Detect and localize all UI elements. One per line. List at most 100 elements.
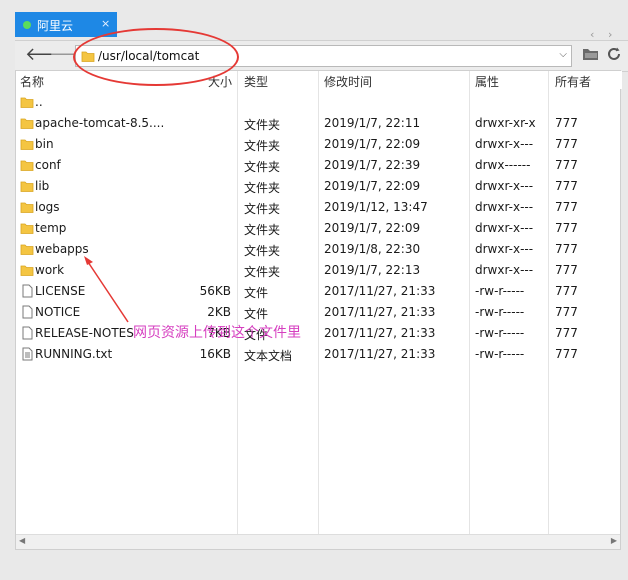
file-modified: 2019/1/7, 22:09	[324, 179, 421, 193]
folder-icon	[20, 244, 34, 255]
folder-icon	[20, 160, 34, 171]
file-name: conf	[35, 158, 61, 172]
file-size: 2KB	[207, 305, 231, 319]
file-modified: 2017/11/27, 21:33	[324, 347, 436, 361]
file-modified: 2017/11/27, 21:33	[324, 305, 436, 319]
file-type: 文件夹	[244, 139, 281, 153]
file-attributes: drwx------	[475, 158, 531, 172]
folder-icon	[20, 139, 34, 150]
path-input[interactable]: /usr/local/tomcat ⌵	[75, 45, 572, 67]
tab-bar: 阿里云 × ‹ ›	[0, 12, 628, 41]
file-owner: 777	[555, 221, 578, 235]
path-text: /usr/local/tomcat	[98, 49, 200, 63]
file-type: 文件夹	[244, 181, 281, 195]
column-owner[interactable]: 所有者	[555, 73, 591, 90]
file-modified: 2019/1/7, 22:09	[324, 221, 421, 235]
file-owner: 777	[555, 284, 578, 298]
file-attributes: -rw-r-----	[475, 326, 525, 340]
file-name: RELEASE-NOTES	[35, 326, 134, 340]
file-attributes: drwxr-x---	[475, 242, 534, 256]
folder-icon	[81, 51, 95, 62]
file-attributes: -rw-r-----	[475, 347, 525, 361]
tab-close-icon[interactable]: ×	[101, 17, 110, 30]
table-row[interactable]: bin 文件夹 2019/1/7, 22:09 drwxr-x--- 777	[16, 134, 622, 155]
folder-icon	[20, 223, 34, 234]
back-arrow-icon[interactable]: 🡐	[25, 44, 73, 66]
file-name: temp	[35, 221, 67, 235]
file-attributes: drwxr-x---	[475, 200, 534, 214]
file-owner: 777	[555, 200, 578, 214]
file-modified: 2019/1/12, 13:47	[324, 200, 428, 214]
file-attributes: drwxr-x---	[475, 137, 534, 151]
scroll-right-icon[interactable]: ▶	[611, 536, 617, 545]
file-type: 文件夹	[244, 118, 281, 132]
tab-aliyun[interactable]: 阿里云 ×	[15, 12, 117, 37]
table-row[interactable]: NOTICE 2KB 文件 2017/11/27, 21:33 -rw-r----- 77…	[16, 302, 622, 323]
window-top-strip	[0, 0, 628, 12]
file-type: 文件	[244, 307, 269, 321]
chevron-down-icon[interactable]: ⌵	[559, 49, 567, 60]
file-name: NOTICE	[35, 305, 81, 319]
table-row[interactable]: RELEASE-NOTES 7KB 文件 2017/11/27, 21:33 -rw-r…	[16, 323, 622, 344]
file-owner: 777	[555, 137, 578, 151]
table-row[interactable]: lib 文件夹 2019/1/7, 22:09 drwxr-x--- 777	[16, 176, 622, 197]
file-name: work	[35, 263, 65, 277]
file-modified: 2019/1/7, 22:13	[324, 263, 421, 277]
open-folder-icon[interactable]	[581, 46, 601, 66]
file-owner: 777	[555, 179, 578, 193]
table-row[interactable]: logs 文件夹 2019/1/12, 13:47 drwxr-x--- 777	[16, 197, 622, 218]
table-row[interactable]: conf 文件夹 2019/1/7, 22:39 drwx------ 777	[16, 155, 622, 176]
file-owner: 777	[555, 305, 578, 319]
column-name[interactable]: 名称	[20, 73, 44, 90]
file-modified: 2019/1/7, 22:11	[324, 116, 421, 130]
refresh-icon[interactable]	[604, 46, 624, 66]
scroll-left-icon[interactable]: ◀	[19, 536, 25, 545]
forward-arrow-icon[interactable]: 🡒	[49, 44, 97, 66]
table-row[interactable]: work 文件夹 2019/1/7, 22:13 drwxr-x--- 777	[16, 260, 622, 281]
file-type: 文件夹	[244, 244, 281, 258]
column-size[interactable]: 大小	[208, 73, 232, 90]
file-name: webapps	[35, 242, 89, 256]
file-icon	[22, 326, 33, 340]
table-row[interactable]: LICENSE 56KB 文件 2017/11/27, 21:33 -rw-r-----…	[16, 281, 622, 302]
horizontal-scrollbar[interactable]: ◀ ▶	[16, 534, 620, 549]
file-name: logs	[35, 200, 60, 214]
column-type[interactable]: 类型	[244, 73, 268, 90]
connection-status-icon	[23, 21, 31, 29]
file-modified: 2017/11/27, 21:33	[324, 284, 436, 298]
text-file-icon	[22, 347, 33, 361]
file-attributes: -rw-r-----	[475, 305, 525, 319]
column-modified[interactable]: 修改时间	[324, 73, 372, 90]
table-row[interactable]: webapps 文件夹 2019/1/8, 22:30 drwxr-x--- 777	[16, 239, 622, 260]
file-size: 16KB	[199, 347, 231, 361]
file-type: 文本文档	[244, 349, 293, 363]
table-row[interactable]: RUNNING.txt 16KB 文本文档 2017/11/27, 21:33 -rw-…	[16, 344, 622, 365]
annotation-text: 网页资源上传到这个文件里	[133, 325, 301, 341]
file-modified: 2019/1/7, 22:39	[324, 158, 421, 172]
file-list[interactable]: 名称 大小 类型 修改时间 属性 所有者 .. apache-tomcat-8.5…	[15, 70, 622, 550]
file-type: 文件夹	[244, 202, 281, 216]
folder-icon	[20, 181, 34, 192]
file-attributes: drwxr-xr-x	[475, 116, 536, 130]
file-owner: 777	[555, 347, 578, 361]
file-owner: 777	[555, 263, 578, 277]
folder-icon	[20, 265, 34, 276]
file-type: 文件夹	[244, 265, 281, 279]
file-name: RUNNING.txt	[35, 347, 113, 361]
file-icon	[22, 305, 33, 319]
table-row[interactable]: ..	[16, 92, 622, 113]
file-owner: 777	[555, 116, 578, 130]
file-type: 文件夹	[244, 223, 281, 237]
file-owner: 777	[555, 242, 578, 256]
file-owner: 777	[555, 158, 578, 172]
window-bottom-strip	[0, 562, 628, 580]
table-row[interactable]: temp 文件夹 2019/1/7, 22:09 drwxr-x--- 777	[16, 218, 622, 239]
table-row[interactable]: apache-tomcat-8.5.... 文件夹 2019/1/7, 22:11 d…	[16, 113, 622, 134]
file-modified: 2017/11/27, 21:33	[324, 326, 436, 340]
folder-icon	[20, 202, 34, 213]
file-size: 56KB	[199, 284, 231, 298]
folder-icon	[20, 118, 34, 129]
file-modified: 2019/1/7, 22:09	[324, 137, 421, 151]
folder-icon	[20, 97, 34, 108]
column-attributes[interactable]: 属性	[475, 73, 499, 90]
